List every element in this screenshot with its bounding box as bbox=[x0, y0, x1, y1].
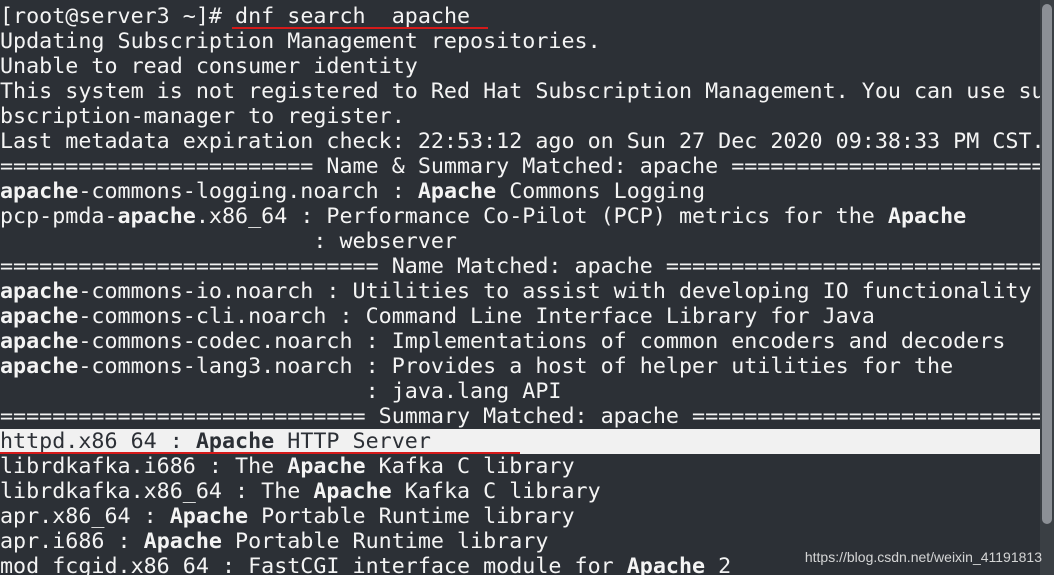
line-text: 2 bbox=[705, 554, 732, 575]
match-text: apache bbox=[0, 354, 79, 379]
line-text: Portable Runtime library bbox=[221, 529, 549, 554]
line-text: pcp-pmda- bbox=[0, 204, 118, 229]
line-text: -commons-lang3.noarch : Provides a host … bbox=[78, 354, 954, 379]
terminal-line: apache-commons-cli.noarch : Command Line… bbox=[0, 304, 875, 329]
highlight-underline bbox=[0, 452, 520, 454]
line-text: .x86_64 : Performance Co-Pilot (PCP) met… bbox=[195, 204, 888, 229]
terminal-line: apr.x86_64 : Apache Portable Runtime lib… bbox=[0, 504, 575, 529]
line-text: Unable to read consumer identity bbox=[0, 54, 418, 79]
terminal-line: pcp-pmda-apache.x86_64 : Performance Co-… bbox=[0, 204, 966, 229]
terminal-line: Updating Subscription Management reposit… bbox=[0, 29, 601, 54]
line-text: Commons Logging bbox=[496, 179, 706, 204]
line-text: ============================= Name Match… bbox=[0, 254, 1040, 279]
terminal-line: librdkafka.x86_64 : The Apache Kafka C l… bbox=[0, 479, 601, 504]
terminal-line: bscription-manager to register. bbox=[0, 104, 405, 129]
match-text: Apache bbox=[143, 529, 222, 554]
line-text: Updating Subscription Management reposit… bbox=[0, 29, 601, 54]
line-text: This system is not registered to Red Hat… bbox=[0, 79, 1040, 104]
line-text: dnf search apache bbox=[235, 4, 484, 29]
terminal-line: ======================== Name & Summary … bbox=[0, 154, 1040, 179]
terminal-line: apache-commons-logging.noarch : Apache C… bbox=[0, 179, 705, 204]
match-text: Apache bbox=[626, 554, 706, 575]
scrollbar[interactable] bbox=[1040, 0, 1054, 575]
line-text: HTTP Server bbox=[274, 429, 431, 454]
line-text: -commons-cli.noarch : Command Line Inter… bbox=[78, 304, 875, 329]
command-prompt-line: [root@server3 ~]# dnf search apache bbox=[0, 4, 483, 29]
line-text: -commons-logging.noarch : bbox=[78, 179, 418, 204]
terminal-line: : java.lang API bbox=[0, 379, 562, 404]
highlighted-output-line: httpd.x86_64 : Apache HTTP Server bbox=[0, 429, 1040, 454]
terminal-line: ============================= Name Match… bbox=[0, 254, 1040, 279]
line-text: bscription-manager to register. bbox=[0, 104, 405, 129]
match-text: Apache bbox=[195, 429, 275, 454]
match-text: apache bbox=[117, 204, 196, 229]
line-text: apr.i686 : bbox=[0, 529, 144, 554]
match-text: Apache bbox=[417, 179, 497, 204]
terminal-line: Unable to read consumer identity bbox=[0, 54, 418, 79]
line-text: -commons-codec.noarch : Implementations … bbox=[78, 329, 1006, 354]
terminal-line: Last metadata expiration check: 22:53:12… bbox=[0, 129, 1040, 154]
match-text: Apache bbox=[287, 454, 366, 479]
line-text: httpd.x86_64 : bbox=[0, 429, 196, 454]
terminal-line: : webserver bbox=[0, 229, 457, 254]
line-text: : webserver bbox=[0, 229, 457, 254]
match-text: apache bbox=[0, 279, 79, 304]
terminal-line: apache-commons-io.noarch : Utilities to … bbox=[0, 279, 1032, 304]
terminal-line: apache-commons-codec.noarch : Implementa… bbox=[0, 329, 1005, 354]
match-text: apache bbox=[0, 179, 79, 204]
line-text: librdkafka.x86_64 : The bbox=[0, 479, 314, 504]
terminal-line: librdkafka.i686 : The Apache Kafka C lib… bbox=[0, 454, 575, 479]
line-text: mod_fcgid.x86_64 : FastCGI interface mod… bbox=[0, 554, 627, 575]
line-text: ============================ Summary Mat… bbox=[0, 404, 1040, 429]
terminal-line: mod_fcgid.x86_64 : FastCGI interface mod… bbox=[0, 554, 731, 575]
terminal-line: apr.i686 : Apache Portable Runtime libra… bbox=[0, 529, 548, 554]
command-underline bbox=[232, 27, 488, 29]
watermark: https://blog.csdn.net/weixin_41191813 bbox=[804, 549, 1042, 565]
terminal-line: This system is not registered to Red Hat… bbox=[0, 79, 1040, 104]
line-text: : java.lang API bbox=[0, 379, 562, 404]
terminal-line: ============================ Summary Mat… bbox=[0, 404, 1040, 429]
line-text: librdkafka.i686 : The bbox=[0, 454, 288, 479]
match-text: apache bbox=[0, 329, 79, 354]
line-text: Last metadata expiration check: 22:53:12… bbox=[0, 129, 1040, 154]
terminal-window[interactable]: [root@server3 ~]# dnf search apache Upda… bbox=[0, 0, 1040, 575]
line-text: Kafka C library bbox=[365, 454, 575, 479]
line-text: -commons-io.noarch : Utilities to assist… bbox=[78, 279, 1032, 304]
terminal-line: apache-commons-lang3.noarch : Provides a… bbox=[0, 354, 953, 379]
match-text: Apache bbox=[169, 504, 249, 529]
line-text: Kafka C library bbox=[391, 479, 601, 504]
match-text: Apache bbox=[313, 479, 392, 504]
line-text: Portable Runtime library bbox=[248, 504, 575, 529]
line-text: [root@server3 ~]# bbox=[0, 4, 236, 29]
match-text: Apache bbox=[887, 204, 967, 229]
scrollbar-thumb[interactable] bbox=[1042, 4, 1052, 524]
match-text: apache bbox=[0, 304, 79, 329]
line-text: ======================== Name & Summary … bbox=[0, 154, 1040, 179]
line-text: apr.x86_64 : bbox=[0, 504, 170, 529]
